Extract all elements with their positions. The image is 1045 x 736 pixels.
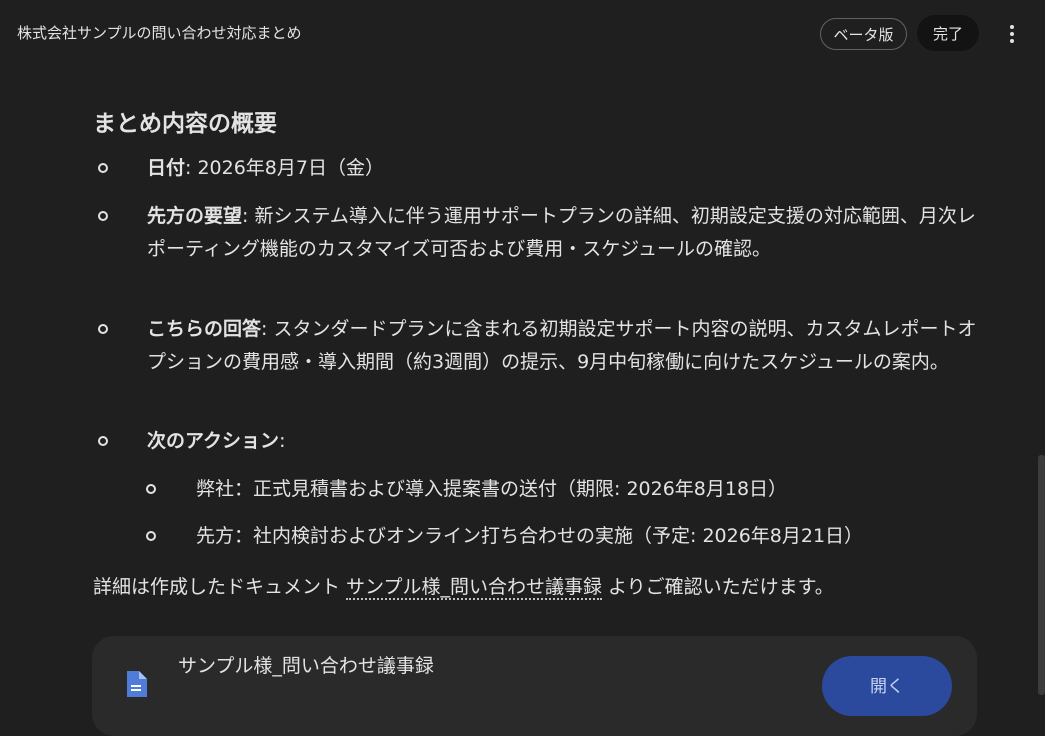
more-vert-icon <box>1010 25 1014 43</box>
item-label: こちらの回答 <box>147 318 262 340</box>
summary-item-next-action: 次のアクション: <box>147 425 977 458</box>
conversation-title: 株式会社サンプルの問い合わせ対応まとめ <box>17 23 302 42</box>
bullet-icon <box>98 163 108 173</box>
summary-item-date: 日付: 2026年8月7日（金） <box>147 152 977 185</box>
footer-prefix: 詳細は作成したドキュメント <box>93 576 347 598</box>
open-document-button[interactable]: 開く <box>822 656 952 716</box>
more-options-button[interactable] <box>998 18 1026 50</box>
action-item-client: 先方：社内検討およびオンライン打ち合わせの実施（予定: 2026年8月21日） <box>196 525 864 547</box>
item-label: 先方の要望 <box>147 205 243 227</box>
item-value: : スタンダードプランに含まれる初期設定サポート内容の説明、カスタムレポートオプ… <box>147 318 977 373</box>
footer-suffix: よりご確認いただけます。 <box>601 576 834 598</box>
item-value: : 2026年8月7日（金） <box>185 157 384 179</box>
document-card-title: サンプル様_問い合わせ議事録 <box>178 655 434 677</box>
item-label: 次のアクション <box>147 430 280 452</box>
footer-sentence: 詳細は作成したドキュメント サンプル様_問い合わせ議事録 よりご確認いただけます… <box>93 571 834 604</box>
bullet-icon <box>98 324 108 334</box>
item-label: 日付 <box>147 157 186 179</box>
beta-badge-button[interactable]: ベータ版 <box>820 18 907 50</box>
document-link[interactable]: サンプル様_問い合わせ議事録 <box>346 576 602 600</box>
summary-heading: まとめ内容の概要 <box>93 111 277 137</box>
summary-item-answer: こちらの回答: スタンダードプランに含まれる初期設定サポート内容の説明、カスタム… <box>147 313 977 379</box>
sub-bullet-icon <box>146 484 156 494</box>
bullet-icon <box>98 436 108 446</box>
done-button[interactable]: 完了 <box>917 15 979 51</box>
bullet-icon <box>98 211 108 221</box>
scrollbar-thumb[interactable] <box>1038 455 1045 695</box>
sub-bullet-icon <box>146 531 156 541</box>
google-docs-icon <box>127 671 147 697</box>
item-value: : 新システム導入に伴う運用サポートプランの詳細、初期設定支援の対応範囲、月次レ… <box>147 205 976 260</box>
action-item-company: 弊社：正式見積書および導入提案書の送付（期限: 2026年8月18日） <box>196 478 788 500</box>
item-value: : <box>279 430 286 452</box>
summary-item-request: 先方の要望: 新システム導入に伴う運用サポートプランの詳細、初期設定支援の対応範… <box>147 200 977 266</box>
